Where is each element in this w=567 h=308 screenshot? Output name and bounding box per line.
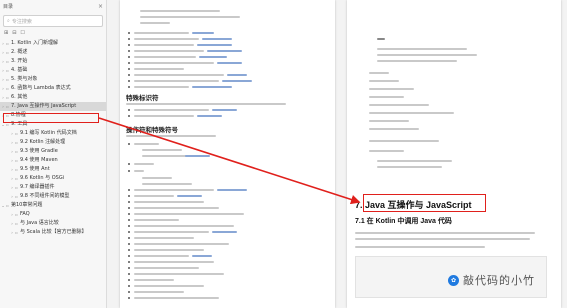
toc-item-label: 6. 函数与 Lambda 表达式: [11, 85, 71, 91]
toc-item-label: 9.4 使用 Maven: [20, 157, 58, 163]
toc-item-label: 与 Scala 比较【官方已删除】: [20, 229, 87, 235]
search-input[interactable]: ⌕ 专注搜索: [3, 15, 103, 27]
document-page-1: 特殊标识符 操作符和特殊符号: [120, 0, 335, 308]
watermark-text: 敲代码的小竹: [463, 274, 535, 287]
sidebar-highlight-box: [3, 113, 99, 123]
toc-item-label: 7. Java 互操作与 JavaScript: [11, 103, 77, 109]
toc-item[interactable]: › ▫ 与 Scala 比较【官方已删除】: [0, 228, 106, 237]
toc-item-label: 4. 基础: [11, 67, 28, 73]
toc-item[interactable]: › ▫ 1. Kotlin 入门新理解: [0, 39, 106, 48]
document-page-2: 7. Java 互操作与 JavaScript 7.1 在 Kotlin 中调用…: [347, 0, 561, 308]
title-highlight-box: [363, 194, 486, 212]
toc-item-label: 9.8 不同组件间的模型: [20, 193, 70, 199]
toc-item-label: 5. 类与对象: [11, 76, 38, 82]
toc-item-label: 9.3 使用 Gradle: [20, 148, 58, 154]
sidebar-toolbar: ⊞ ⊟ ☐: [0, 27, 106, 39]
toc-item[interactable]: › ▫ 9.5 使用 Ant: [0, 165, 106, 174]
toc-sidebar: 目录 × ⌕ 专注搜索 ⊞ ⊟ ☐ › ▫ 1. Kotlin 入门新理解 › ▫ 2. …: [0, 0, 107, 308]
collapse-all-icon[interactable]: ⊟: [12, 30, 16, 36]
toc-item[interactable]: ⌄ ▫ 第10章常问题: [0, 201, 106, 210]
toc-list: › ▫ 1. Kotlin 入门新理解 › ▫ 2. 概述 › ▫ 3. 开始 › ▫ 4. 基础 › ▫…: [0, 39, 106, 237]
toc-item[interactable]: › ▫ 2. 概述: [0, 48, 106, 57]
toc-item-label: 第10章常问题: [11, 202, 43, 208]
toc-item[interactable]: › ▫ FAQ: [0, 210, 106, 219]
toc-item[interactable]: › ▫ 9.1 编写 Kotlin 代码文档: [0, 129, 106, 138]
heading-operators: 操作符和特殊符号: [126, 127, 178, 134]
sidebar-title: 目录: [3, 4, 14, 10]
toc-item-label: 2. 概述: [11, 49, 28, 55]
close-icon[interactable]: ×: [98, 3, 103, 10]
toc-item-label: 与 Java 语言比较: [20, 220, 59, 226]
toc-item[interactable]: › ▫ 9.4 使用 Maven: [0, 156, 106, 165]
toc-item-label: 9.5 使用 Ant: [20, 166, 50, 172]
toc-item-label: 9.2 Kotlin 注解处理: [20, 139, 66, 145]
bookmark-icon[interactable]: ☐: [20, 30, 24, 36]
toc-item[interactable]: › ▫ 6. 其他: [0, 93, 106, 102]
section-title: 7.1 在 Kotlin 中调用 Java 代码: [355, 218, 452, 225]
toc-item[interactable]: › ▫ 6. 函数与 Lambda 表达式: [0, 84, 106, 93]
toc-item[interactable]: › ▫ 5. 类与对象: [0, 75, 106, 84]
sidebar-header: 目录 ×: [0, 0, 106, 13]
heading-special-identifiers: 特殊标识符: [126, 95, 159, 102]
toc-item-label: 9.6 Kotlin 与 OSGi: [20, 175, 65, 181]
toc-item-label: 9.1 编写 Kotlin 代码文档: [20, 130, 77, 136]
wechat-logo-icon: ✿: [448, 274, 459, 286]
search-placeholder: 专注搜索: [11, 18, 32, 25]
toc-item-label: 1. Kotlin 入门新理解: [11, 40, 58, 46]
toc-item[interactable]: › ▫ 9.6 Kotlin 与 OSGi: [0, 174, 106, 183]
toc-item[interactable]: › ▫ 与 Java 语言比较: [0, 219, 106, 228]
toc-item[interactable]: › ▫ 3. 开始: [0, 57, 106, 66]
expand-all-icon[interactable]: ⊞: [4, 30, 8, 36]
toc-item[interactable]: › ▫ 7. Java 互操作与 JavaScript: [0, 102, 106, 111]
toc-item-label: 6. 其他: [11, 94, 28, 100]
toc-item-label: FAQ: [20, 211, 30, 217]
toc-item[interactable]: › ▫ 9.8 不同组件间的模型: [0, 192, 106, 201]
search-icon: ⌕: [7, 18, 10, 24]
watermark: ✿ 敲代码的小竹: [448, 272, 535, 288]
toc-item-label: 3. 开始: [11, 58, 28, 64]
toc-item[interactable]: › ▫ 4. 基础: [0, 66, 106, 75]
toc-item[interactable]: › ▫ 9.2 Kotlin 注解处理: [0, 138, 106, 147]
toc-item[interactable]: › ▫ 9.3 使用 Gradle: [0, 147, 106, 156]
toc-item[interactable]: › ▫ 9.7 编译器插件: [0, 183, 106, 192]
toc-item-label: 9.7 编译器插件: [20, 184, 55, 190]
